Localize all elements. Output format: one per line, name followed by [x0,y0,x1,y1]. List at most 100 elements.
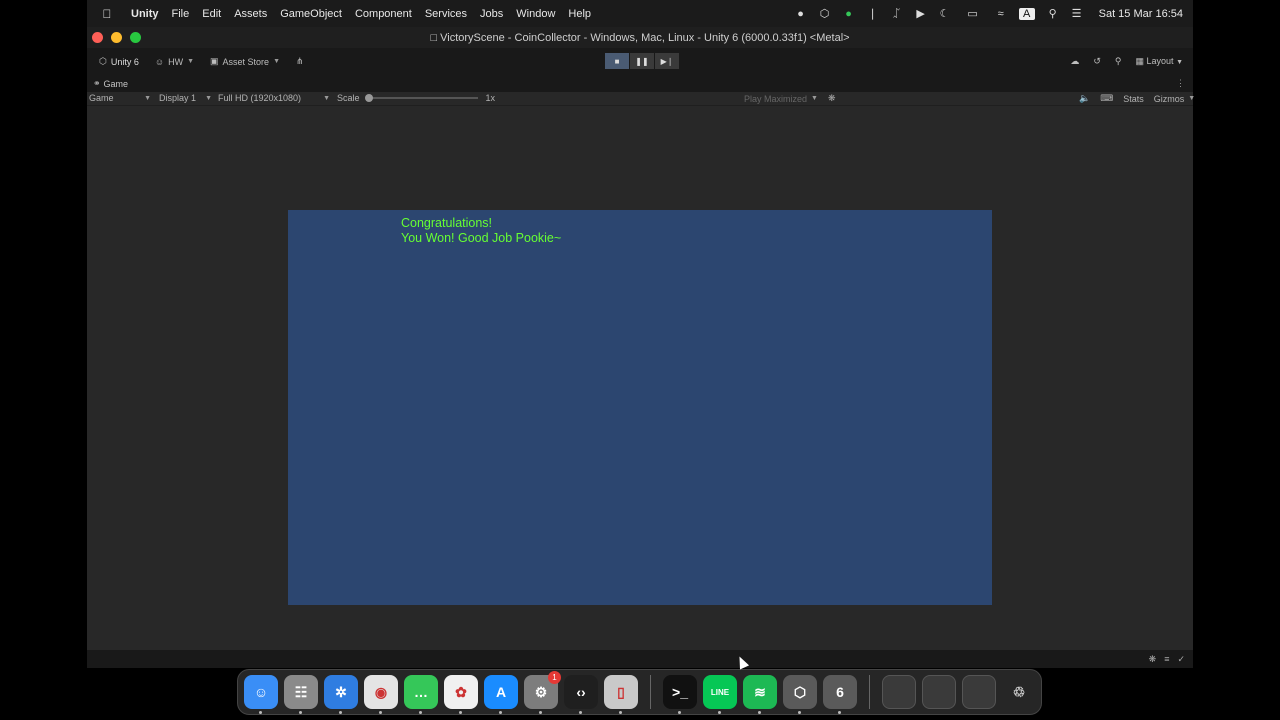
running-indicator [499,711,502,714]
chrome-icon[interactable]: ◉ [364,675,398,714]
window-title: VictoryScene - CoinCollector - Windows, … [440,31,850,44]
photos-icon[interactable]: ✿ [444,675,478,714]
asset-store-dropdown[interactable]: ▣ Asset Store ▼ [206,54,284,69]
running-indicator [678,711,681,714]
hw-dropdown[interactable]: ☺ HW ▼ [151,55,198,69]
pause-button[interactable]: ❚❚ [630,53,654,69]
search-icon[interactable]: ⚲ [1115,56,1122,67]
bug-icon[interactable]: ❋ [828,93,836,104]
app-store-icon[interactable]: A [484,675,518,714]
game-mode-dropdown[interactable]: Game ▼ [89,93,151,103]
settings-icon[interactable]: ⚙ 1 [524,671,561,714]
menu-help[interactable]: Help [568,8,591,20]
messages-icon[interactable]: … [404,675,438,714]
victory-message: Congratulations! You Won! Good Job Pooki… [401,216,561,246]
tab-bar: ⚭ Game ⋮ [87,75,1193,92]
launchpad-icon[interactable]: ☷ [284,675,318,714]
chevron-down-icon: ▼ [1176,59,1183,66]
apple-menu-icon[interactable]:  [97,7,117,21]
tab-menu-icon[interactable]: ⋮ [1176,78,1193,89]
control-center-icon[interactable]: ☰ [1071,8,1083,20]
scale-slider-handle[interactable] [365,94,374,102]
unity-status-icon[interactable]: ⬡ [819,8,831,20]
unity-hub-icon[interactable]: ⬡ [783,675,817,714]
play-controls: ■ ❚❚ ▶❘ [605,53,679,69]
bluetooth-icon[interactable]: ᛢ [891,8,903,20]
keyboard-icon[interactable]: ⌨ [1100,93,1113,104]
wifi-icon[interactable]: ≈ [995,8,1007,20]
stop-play-button[interactable]: ■ [605,53,629,69]
chevron-down-icon: ▼ [323,94,330,102]
menu-clock[interactable]: Sat 15 Mar 16:54 [1099,8,1183,20]
menu-edit[interactable]: Edit [202,8,221,20]
do-not-disturb-icon[interactable]: ❘ [867,8,879,20]
input-source-icon[interactable]: A [1018,7,1035,20]
trash-icon[interactable]: ♲ [1002,675,1036,709]
running-indicator [419,711,422,714]
minimized-window-icon[interactable] [922,675,956,709]
line-icon[interactable]: LINE [703,675,737,714]
tab-game[interactable]: ⚭ Game [93,78,128,89]
progress-status-icon[interactable]: ✓ [1177,654,1185,665]
resolution-dropdown[interactable]: Full HD (1920x1080) ▼ [218,93,330,103]
iphone-mirroring-icon[interactable]: ▯ [604,675,638,714]
menu-assets[interactable]: Assets [234,8,267,20]
debug-icon[interactable]: ❋ [1149,654,1157,665]
chevron-down-icon: ▼ [1188,95,1196,102]
play-circle-icon[interactable]: ▶ [915,8,927,20]
gizmos-button[interactable]: Gizmos [1154,94,1185,104]
running-indicator [798,711,801,714]
cloud-icon[interactable]: ☁ [1070,56,1079,67]
stop-icon: ■ [614,56,620,66]
account-button[interactable]: ⬡ Unity 6 [95,54,143,69]
battery-icon[interactable]: ▭ [963,8,983,20]
menu-services[interactable]: Services [425,8,467,20]
dock-separator [869,675,870,709]
vscode-icon[interactable]: ‹› [564,675,598,714]
menu-window[interactable]: Window [516,8,555,20]
line-status-icon[interactable]: ● [843,8,855,20]
step-button[interactable]: ▶❘ [655,53,679,69]
hw-label: HW [168,56,184,67]
moon-icon[interactable]: ☾ [939,8,951,20]
document-icon: □ [430,31,441,44]
minimize-window-button[interactable] [111,32,122,43]
unity-6-icon[interactable]: 6 [823,675,857,714]
menu-app-name[interactable]: Unity [131,8,159,20]
congratulations-text: Congratulations! [401,216,493,230]
menu-jobs[interactable]: Jobs [480,8,503,20]
layout-dropdown[interactable]: ▦ Layout ▼ [1135,56,1183,67]
menu-gameobject[interactable]: GameObject [280,8,342,20]
main-toolbar: ⬡ Unity 6 ☺ HW ▼ ▣ Asset Store ▼ ⋔ ■ ❚❚ … [87,48,1193,75]
version-control-button[interactable]: ⋔ [292,54,308,69]
play-mode-label: Play Maximized [744,93,808,104]
fullscreen-window-button[interactable] [130,32,141,43]
running-indicator [718,711,721,714]
minimized-window-icon[interactable] [882,675,916,709]
notification-badge: 1 [548,671,561,684]
safari-icon[interactable]: ✲ [324,675,358,714]
stats-button[interactable]: Stats [1123,94,1144,104]
finder-icon[interactable]: ☺ [244,675,278,714]
scale-value: 1x [485,93,496,103]
history-icon[interactable]: ↺ [1093,56,1101,67]
window-title-container: □ VictoryScene - CoinCollector - Windows… [87,32,1193,44]
display-dropdown[interactable]: Display 1 ▼ [159,93,212,103]
scale-slider[interactable] [365,94,478,102]
minimized-window-icon[interactable] [962,675,996,709]
terminal-icon[interactable]: >_ [663,675,697,714]
game-render[interactable]: Congratulations! You Won! Good Job Pooki… [288,210,992,605]
mute-audio-icon[interactable]: 🔈 [1079,93,1090,104]
record-icon[interactable]: ● [795,8,807,20]
menu-file[interactable]: File [172,8,190,20]
menu-component[interactable]: Component [355,8,412,20]
spotlight-search-icon[interactable]: ⚲ [1047,8,1059,20]
layout-icon: ▦ [1135,56,1144,66]
game-view-toolbar: Game ▼ Display 1 ▼ Full HD (1920x1080) ▼… [87,92,1196,106]
running-indicator [619,711,622,714]
spotify-icon[interactable]: ≋ [743,675,777,714]
account-label: Unity 6 [110,56,139,67]
play-mode-dropdown[interactable]: Play Maximized ▼ ❋ [744,93,836,104]
close-window-button[interactable] [92,32,103,43]
layers-icon[interactable]: ≡ [1164,654,1169,664]
